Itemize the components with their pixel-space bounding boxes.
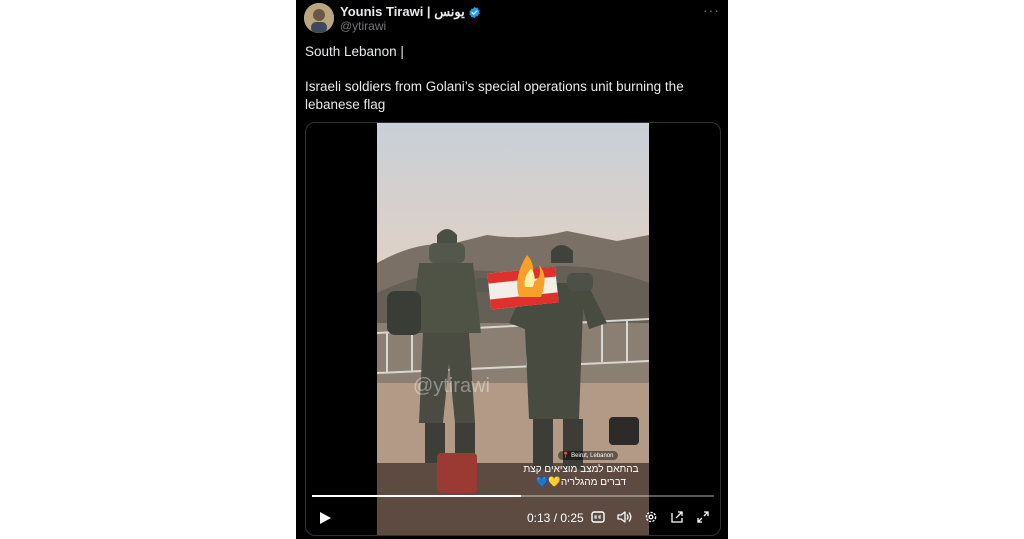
video-controls: 0:13 / 0:25 bbox=[306, 503, 720, 533]
verified-badge-icon bbox=[469, 6, 480, 18]
video-frame[interactable]: @ytirawi 📍 Beirut, Lebanon בהתאם למצב מו… bbox=[377, 123, 649, 535]
settings-icon[interactable] bbox=[644, 510, 658, 524]
location-text: Beirut, Lebanon bbox=[571, 453, 614, 459]
location-tag: 📍 Beirut, Lebanon bbox=[558, 451, 618, 460]
volume-icon[interactable] bbox=[617, 510, 632, 524]
captions-icon[interactable] bbox=[591, 510, 605, 524]
video-caption-line1: בהתאם למצב מוציאים קצת bbox=[523, 464, 639, 475]
post-text-line1: South Lebanon | bbox=[305, 44, 404, 59]
author-row: Younis Tirawi | يونس bbox=[340, 4, 481, 20]
more-options-icon[interactable]: ··· bbox=[703, 2, 720, 18]
video-caption-line2: דברים מהגלריה💛💙 bbox=[535, 477, 627, 488]
video-caption: בהתאם למצב מוציאים קצת דברים מהגלריה💛💙 bbox=[516, 463, 646, 489]
video-progress-bar[interactable] bbox=[312, 495, 714, 497]
avatar[interactable] bbox=[304, 3, 334, 33]
pip-icon[interactable] bbox=[670, 510, 684, 524]
post-text-body: Israeli soldiers from Golani’s special o… bbox=[305, 79, 684, 112]
play-icon[interactable] bbox=[318, 511, 332, 525]
fullscreen-icon[interactable] bbox=[696, 510, 710, 524]
video-time: 0:13 / 0:25 bbox=[527, 511, 584, 525]
video-watermark: @ytirawi bbox=[413, 375, 490, 397]
video-player[interactable]: @ytirawi 📍 Beirut, Lebanon בהתאם למצב מו… bbox=[305, 122, 721, 536]
author-handle[interactable]: @ytirawi bbox=[340, 19, 386, 33]
tweet-card: Younis Tirawi | يونس @ytirawi ··· South … bbox=[296, 0, 728, 539]
video-progress-fill bbox=[312, 495, 522, 497]
author-name[interactable]: Younis Tirawi | يونس bbox=[340, 4, 465, 20]
